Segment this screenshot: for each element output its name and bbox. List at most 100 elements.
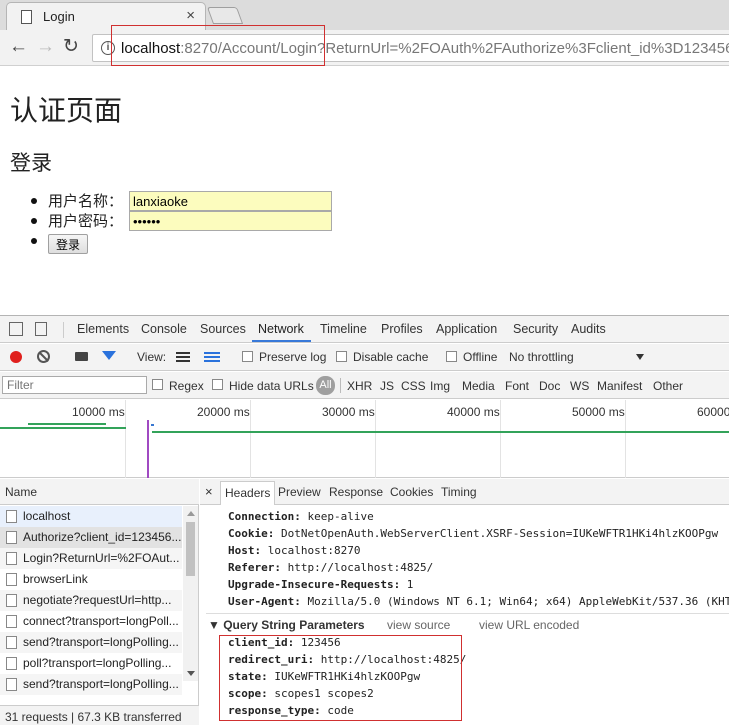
document-icon [6, 552, 17, 565]
header-row: User-Agent: Mozilla/5.0 (Windows NT 6.1;… [228, 595, 729, 608]
page-icon [21, 10, 32, 24]
load-marker [147, 420, 149, 478]
filter-media[interactable]: Media [462, 379, 495, 393]
tab-response[interactable]: Response [329, 485, 383, 499]
clear-icon[interactable] [37, 350, 50, 363]
tab-profiles[interactable]: Profiles [381, 322, 423, 336]
close-icon[interactable]: × [205, 484, 213, 499]
login-form: 用户名称： 用户密码： 登录 [30, 191, 332, 254]
filter-ws[interactable]: WS [570, 379, 589, 393]
reload-icon[interactable]: ↻ [63, 36, 79, 58]
request-row[interactable]: browserLink [0, 569, 182, 590]
name-column-header[interactable]: Name [0, 479, 199, 505]
new-tab-button[interactable] [206, 7, 244, 24]
request-row[interactable]: negotiate?requestUrl=http... [0, 590, 182, 611]
tab-timing[interactable]: Timing [441, 485, 477, 499]
document-icon [6, 510, 17, 523]
request-row-selected[interactable]: Authorize?client_id=123456... [0, 527, 182, 548]
waterfall-view-icon[interactable] [204, 352, 220, 362]
timeline-bar [152, 431, 729, 433]
close-tab-icon[interactable]: × [186, 7, 195, 24]
throttling-select[interactable]: No throttling [509, 350, 574, 364]
tab-network[interactable]: Network [258, 322, 304, 336]
inspect-element-icon[interactable] [9, 322, 23, 336]
hide-data-urls-checkbox[interactable] [212, 379, 223, 390]
tab-preview[interactable]: Preview [278, 485, 321, 499]
filter-bar: Regex Hide data URLs All XHR JS CSS Img … [0, 372, 729, 399]
filter-css[interactable]: CSS [401, 379, 426, 393]
request-row[interactable]: poll?transport=longPolling... [0, 653, 182, 674]
tab-timeline[interactable]: Timeline [320, 322, 367, 336]
query-string-section-toggle[interactable]: ▼ Query String Parameters [208, 618, 365, 632]
header-key: Connection: [228, 510, 301, 523]
password-input[interactable] [129, 211, 332, 231]
tab-elements[interactable]: Elements [77, 322, 129, 336]
tab-title: Login [43, 9, 75, 24]
timeline-label: 30000 ms [322, 405, 375, 419]
tab-application[interactable]: Application [436, 322, 497, 336]
scroll-up-icon[interactable] [187, 511, 195, 516]
device-toolbar-icon[interactable] [35, 322, 47, 336]
tab-cookies[interactable]: Cookies [390, 485, 433, 499]
list-view-icon[interactable] [176, 352, 190, 362]
filter-font[interactable]: Font [505, 379, 529, 393]
document-icon [6, 678, 17, 691]
chevron-down-icon[interactable] [636, 354, 644, 360]
request-row[interactable]: Login?ReturnUrl=%2FOAut... [0, 548, 182, 569]
scroll-down-icon[interactable] [187, 671, 195, 676]
tab-headers[interactable]: Headers [220, 481, 276, 505]
filter-img[interactable]: Img [430, 379, 450, 393]
regex-checkbox[interactable] [152, 379, 163, 390]
view-url-encoded-link[interactable]: view URL encoded [479, 618, 579, 632]
divider [63, 322, 64, 338]
header-key: Upgrade-Insecure-Requests: [228, 578, 401, 591]
timeline-label: 60000 [697, 405, 729, 419]
filter-doc[interactable]: Doc [539, 379, 560, 393]
disable-cache-checkbox[interactable] [336, 351, 347, 362]
filter-manifest[interactable]: Manifest [597, 379, 642, 393]
request-row[interactable]: send?transport=longPolling... [0, 674, 182, 695]
filter-xhr[interactable]: XHR [347, 379, 372, 393]
request-name: send?transport=longPolling... [23, 635, 179, 649]
request-row[interactable]: localhost [0, 506, 182, 527]
grid-line [375, 400, 376, 478]
view-source-link[interactable]: view source [387, 618, 450, 632]
request-list: Name localhost Authorize?client_id=12345… [0, 479, 199, 725]
tab-audits[interactable]: Audits [571, 322, 606, 336]
scroll-thumb[interactable] [186, 522, 195, 576]
filter-js[interactable]: JS [380, 379, 394, 393]
header-key: Cookie: [228, 527, 275, 540]
grid-line [250, 400, 251, 478]
request-row[interactable]: connect?transport=longPoll... [0, 611, 182, 632]
grid-line [500, 400, 501, 478]
submit-row: 登录 [30, 231, 332, 254]
username-input[interactable] [129, 191, 332, 211]
username-label: 用户名称： [48, 192, 124, 210]
login-button[interactable]: 登录 [48, 234, 89, 254]
timeline-label: 50000 ms [572, 405, 625, 419]
header-value: keep-alive [300, 510, 374, 523]
header-key: Referer: [228, 561, 281, 574]
tab-sources[interactable]: Sources [200, 322, 246, 336]
tab-console[interactable]: Console [141, 322, 187, 336]
password-row: 用户密码： [30, 211, 332, 231]
request-row[interactable]: send?transport=longPolling... [0, 632, 182, 653]
forward-arrow-icon[interactable]: → [36, 36, 55, 58]
network-overview[interactable]: 10000 ms 20000 ms 30000 ms 40000 ms 5000… [0, 400, 729, 478]
filter-icon[interactable] [102, 351, 116, 360]
header-row: Cookie: DotNetOpenAuth.WebServerClient.X… [228, 527, 718, 540]
active-tab-indicator [252, 340, 311, 342]
request-list-scrollbar[interactable] [183, 506, 198, 681]
filter-other[interactable]: Other [653, 379, 683, 393]
request-name: Login?ReturnUrl=%2FOAut... [23, 551, 180, 565]
header-value: DotNetOpenAuth.WebServerClient.XSRF-Sess… [274, 527, 719, 540]
offline-checkbox[interactable] [446, 351, 457, 362]
back-arrow-icon[interactable]: ← [9, 36, 28, 58]
camera-icon[interactable] [75, 352, 88, 361]
filter-input[interactable] [2, 376, 147, 394]
record-icon[interactable] [10, 351, 22, 363]
tab-security[interactable]: Security [513, 322, 558, 336]
preserve-log-checkbox[interactable] [242, 351, 253, 362]
document-icon [6, 657, 17, 670]
filter-all[interactable]: All [316, 376, 335, 395]
